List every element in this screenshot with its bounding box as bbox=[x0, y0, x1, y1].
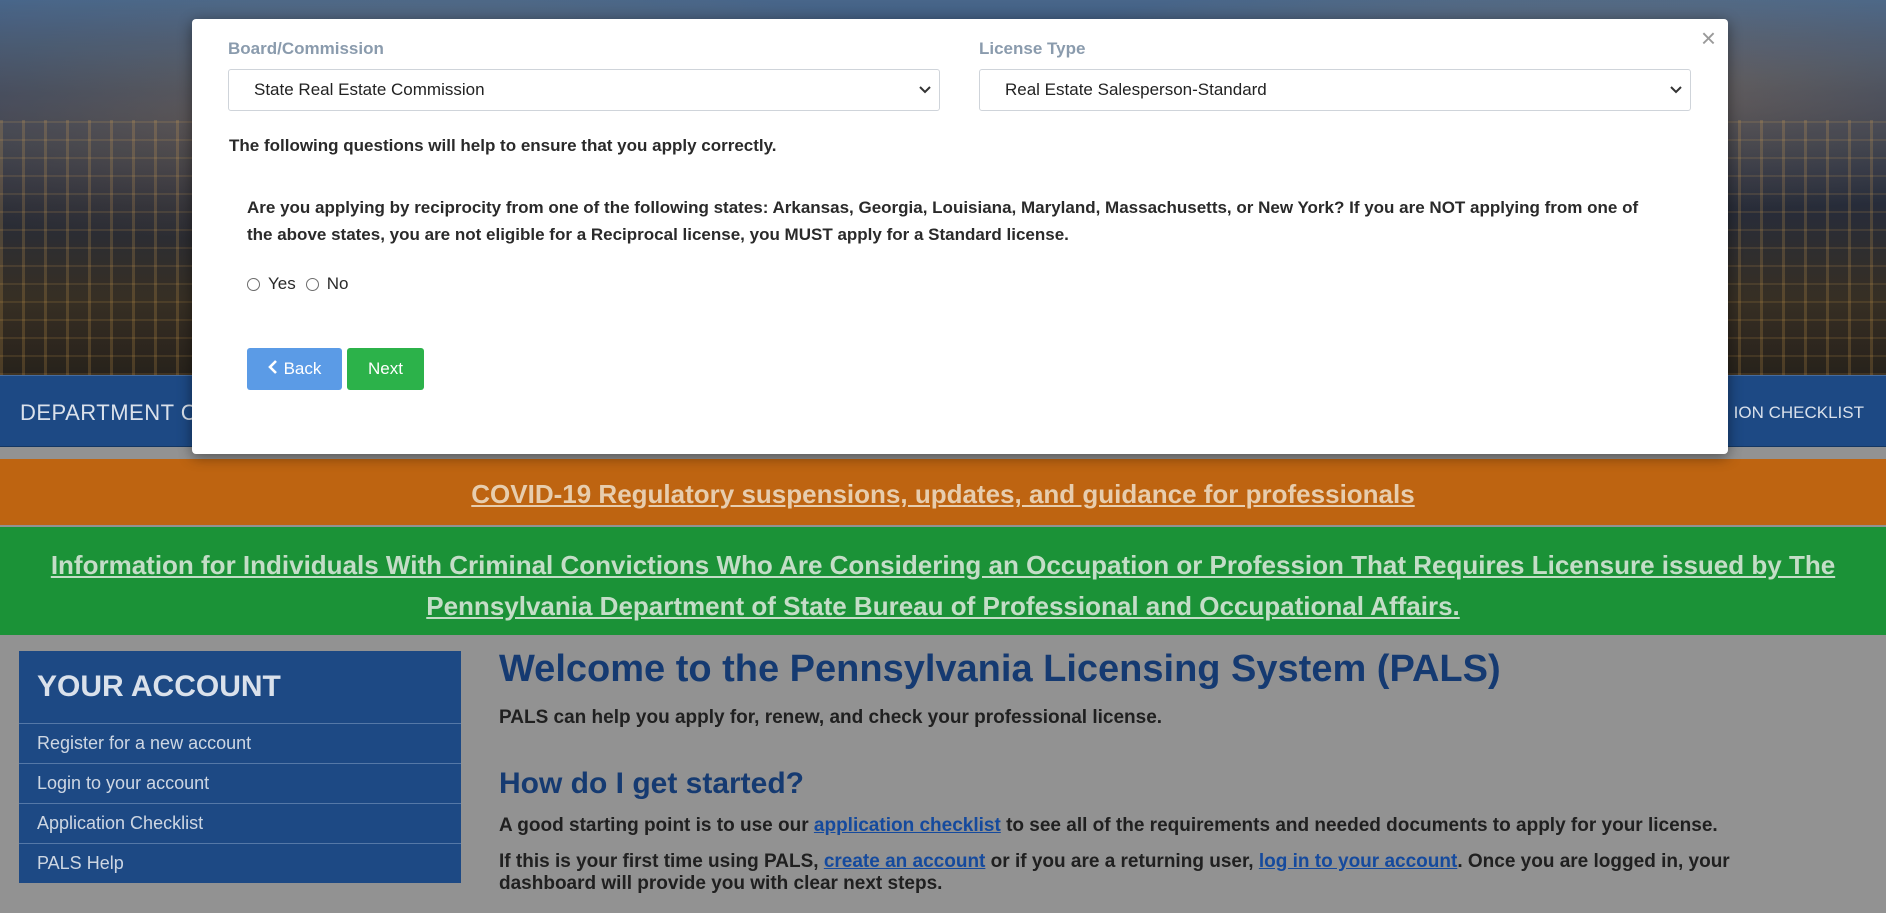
close-icon[interactable]: × bbox=[1701, 23, 1716, 53]
chevron-down-icon bbox=[919, 70, 931, 126]
next-button[interactable]: Next bbox=[347, 348, 424, 390]
license-type-select-value: Real Estate Salesperson-Standard bbox=[1005, 80, 1267, 99]
back-label: Back bbox=[283, 359, 322, 378]
license-questions-modal: × Board/Commission State Real Estate Com… bbox=[192, 19, 1728, 454]
yes-radio[interactable] bbox=[247, 277, 260, 291]
reciprocity-radio-group: Yes No bbox=[247, 274, 358, 294]
next-label: Next bbox=[368, 359, 403, 378]
chevron-left-icon bbox=[267, 359, 278, 379]
no-radio[interactable] bbox=[305, 277, 319, 291]
back-button[interactable]: Back bbox=[247, 348, 342, 390]
license-type-label: License Type bbox=[979, 39, 1086, 58]
board-label: Board/Commission bbox=[228, 39, 384, 58]
board-select-value: State Real Estate Commission bbox=[254, 80, 485, 99]
yes-label: Yes bbox=[268, 274, 296, 293]
reciprocity-question: Are you applying by reciprocity from one… bbox=[247, 198, 1639, 244]
no-label: No bbox=[326, 274, 349, 293]
board-select[interactable]: State Real Estate Commission bbox=[228, 69, 940, 111]
license-type-select[interactable]: Real Estate Salesperson-Standard bbox=[979, 69, 1691, 111]
intro-text: The following questions will help to ens… bbox=[229, 136, 777, 155]
chevron-down-icon bbox=[1670, 70, 1682, 126]
